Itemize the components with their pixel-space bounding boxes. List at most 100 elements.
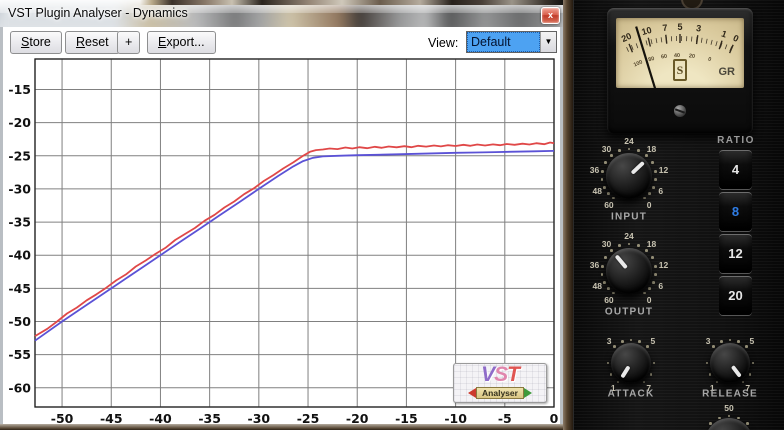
svg-text:60: 60 — [661, 54, 668, 61]
svg-text:-25: -25 — [8, 148, 31, 163]
knob-scale-label: 18 — [646, 239, 657, 250]
knob-scale-label: 30 — [601, 144, 612, 155]
knob-scale-label: 24 — [624, 136, 634, 146]
knob-tick-dot — [720, 340, 723, 343]
knob-scale-label: 60 — [604, 294, 614, 305]
knob-tick-dot — [645, 154, 648, 157]
meter-brand-logo: S — [673, 59, 687, 81]
knob-tick-dot — [607, 287, 610, 290]
knob-tick-dot — [654, 170, 657, 173]
knob-tick-dot — [604, 256, 607, 259]
knob-scale-label: 12 — [658, 164, 669, 175]
export-button[interactable]: Export... — [147, 31, 216, 54]
mix-knob-body[interactable] — [705, 418, 753, 430]
plus-button[interactable]: + — [117, 31, 141, 54]
knob-scale-label: 6 — [658, 280, 664, 291]
ratio-button-4[interactable]: 4 — [719, 150, 752, 189]
screw-icon — [674, 105, 686, 117]
knob-scale-label: 3 — [606, 336, 612, 347]
knob-tick-dot — [643, 291, 646, 295]
store-button[interactable]: Store — [10, 31, 62, 54]
knob-tick-dot — [613, 345, 617, 349]
knob-tick-dot — [636, 244, 640, 247]
ratio-button-12[interactable]: 12 — [719, 234, 752, 273]
svg-text:80: 80 — [648, 56, 656, 63]
gr-meter-label: GR — [718, 66, 736, 78]
knob-tick-dot — [610, 249, 613, 252]
knob-scale-label: 5 — [749, 336, 755, 347]
input-knob-label: INPUT — [611, 211, 647, 223]
input-knob-body[interactable] — [606, 153, 652, 199]
knob-tick-dot — [737, 340, 740, 343]
vst-letter-t: T — [507, 363, 520, 386]
svg-text:20: 20 — [689, 53, 696, 60]
window-bottom-border — [0, 424, 563, 430]
svg-text:-60: -60 — [8, 380, 31, 395]
release-knob-body[interactable] — [710, 343, 750, 383]
knob-tick-dot — [746, 422, 749, 425]
vst-analyser-logo: VST Analyser — [453, 363, 547, 403]
svg-text:-15: -15 — [8, 82, 31, 97]
knob-tick-dot — [642, 380, 646, 384]
knob-tick-dot — [610, 154, 613, 157]
knob-scale-label: 5 — [650, 336, 656, 347]
output-knob[interactable]: 24 18 12 6 0 30 36 48 60 — [584, 226, 674, 316]
ratio-button-8[interactable]: 8 — [719, 192, 752, 231]
knob-tick-dot — [601, 170, 604, 173]
svg-text:-45: -45 — [8, 281, 31, 296]
svg-text:1: 1 — [720, 28, 728, 39]
knob-tick-dot — [654, 272, 658, 276]
red-arrow-icon — [468, 387, 477, 398]
knob-scale-label: 48 — [592, 280, 602, 291]
svg-text:-20: -20 — [8, 115, 31, 130]
knob-tick-dot — [652, 281, 655, 284]
knob-tick-dot — [727, 414, 731, 418]
svg-text:0: 0 — [731, 33, 740, 44]
output-knob-body[interactable] — [606, 248, 652, 294]
knob-tick-dot — [603, 281, 606, 284]
ratio-button-20[interactable]: 20 — [719, 276, 752, 315]
background-gap-strip — [563, 0, 573, 430]
knob-tick-dot — [627, 242, 631, 246]
analyser-window: VST Plugin Analyser - Dynamics x Store R… — [0, 0, 563, 430]
mix-knob[interactable]: 50 — [685, 398, 773, 430]
attack-knob-label: ATTACK — [607, 388, 655, 400]
svg-text:0: 0 — [707, 57, 712, 64]
svg-text:-50: -50 — [8, 314, 31, 329]
knob-scale-label: 36 — [589, 164, 600, 175]
gr-meter-bezel: 20 10 7 5 3 1 0 100 80 60 40 20 0 S GR — [607, 8, 753, 134]
knob-scale-label: 60 — [604, 199, 614, 210]
output-knob-label: OUTPUT — [604, 306, 654, 318]
ratio-button-column: 4 8 12 20 — [719, 150, 752, 318]
green-arrow-icon — [523, 387, 532, 398]
chevron-down-icon[interactable]: ▼ — [540, 32, 556, 52]
svg-text:100: 100 — [633, 59, 644, 68]
knob-tick-dot — [648, 192, 651, 195]
vst-letter-s: S — [494, 363, 508, 386]
close-button[interactable]: x — [541, 7, 560, 24]
knob-tick-dot — [651, 161, 654, 164]
vst-logo-text: VST — [454, 364, 546, 386]
knob-tick-dot — [600, 177, 604, 181]
svg-text:-30: -30 — [8, 181, 31, 196]
knob-scale-label: 18 — [646, 144, 657, 155]
knob-scale-label: 30 — [601, 239, 612, 250]
view-dropdown[interactable]: Default ▼ — [466, 31, 557, 53]
knob-tick-dot — [654, 177, 658, 181]
view-dropdown-value[interactable]: Default — [467, 32, 540, 52]
knob-tick-dot — [715, 380, 719, 384]
knob-tick-dot — [649, 373, 653, 376]
reset-button[interactable]: Reset — [65, 31, 120, 54]
knob-tick-dot — [741, 380, 745, 384]
knob-tick-dot — [604, 161, 607, 164]
svg-text:5: 5 — [677, 22, 682, 32]
input-knob[interactable]: 24 18 12 6 0 30 36 48 60 — [584, 131, 674, 221]
knob-tick-dot — [654, 265, 657, 268]
knob-scale-label: 0 — [646, 294, 652, 305]
gr-meter-face: 20 10 7 5 3 1 0 100 80 60 40 20 0 S GR — [616, 18, 744, 88]
knob-tick-dot — [601, 265, 604, 268]
desktop-peek-strip — [0, 0, 563, 5]
knob-tick-dot — [643, 196, 646, 200]
attack-knob-body[interactable] — [611, 343, 651, 383]
knob-tick-dot — [600, 272, 604, 276]
